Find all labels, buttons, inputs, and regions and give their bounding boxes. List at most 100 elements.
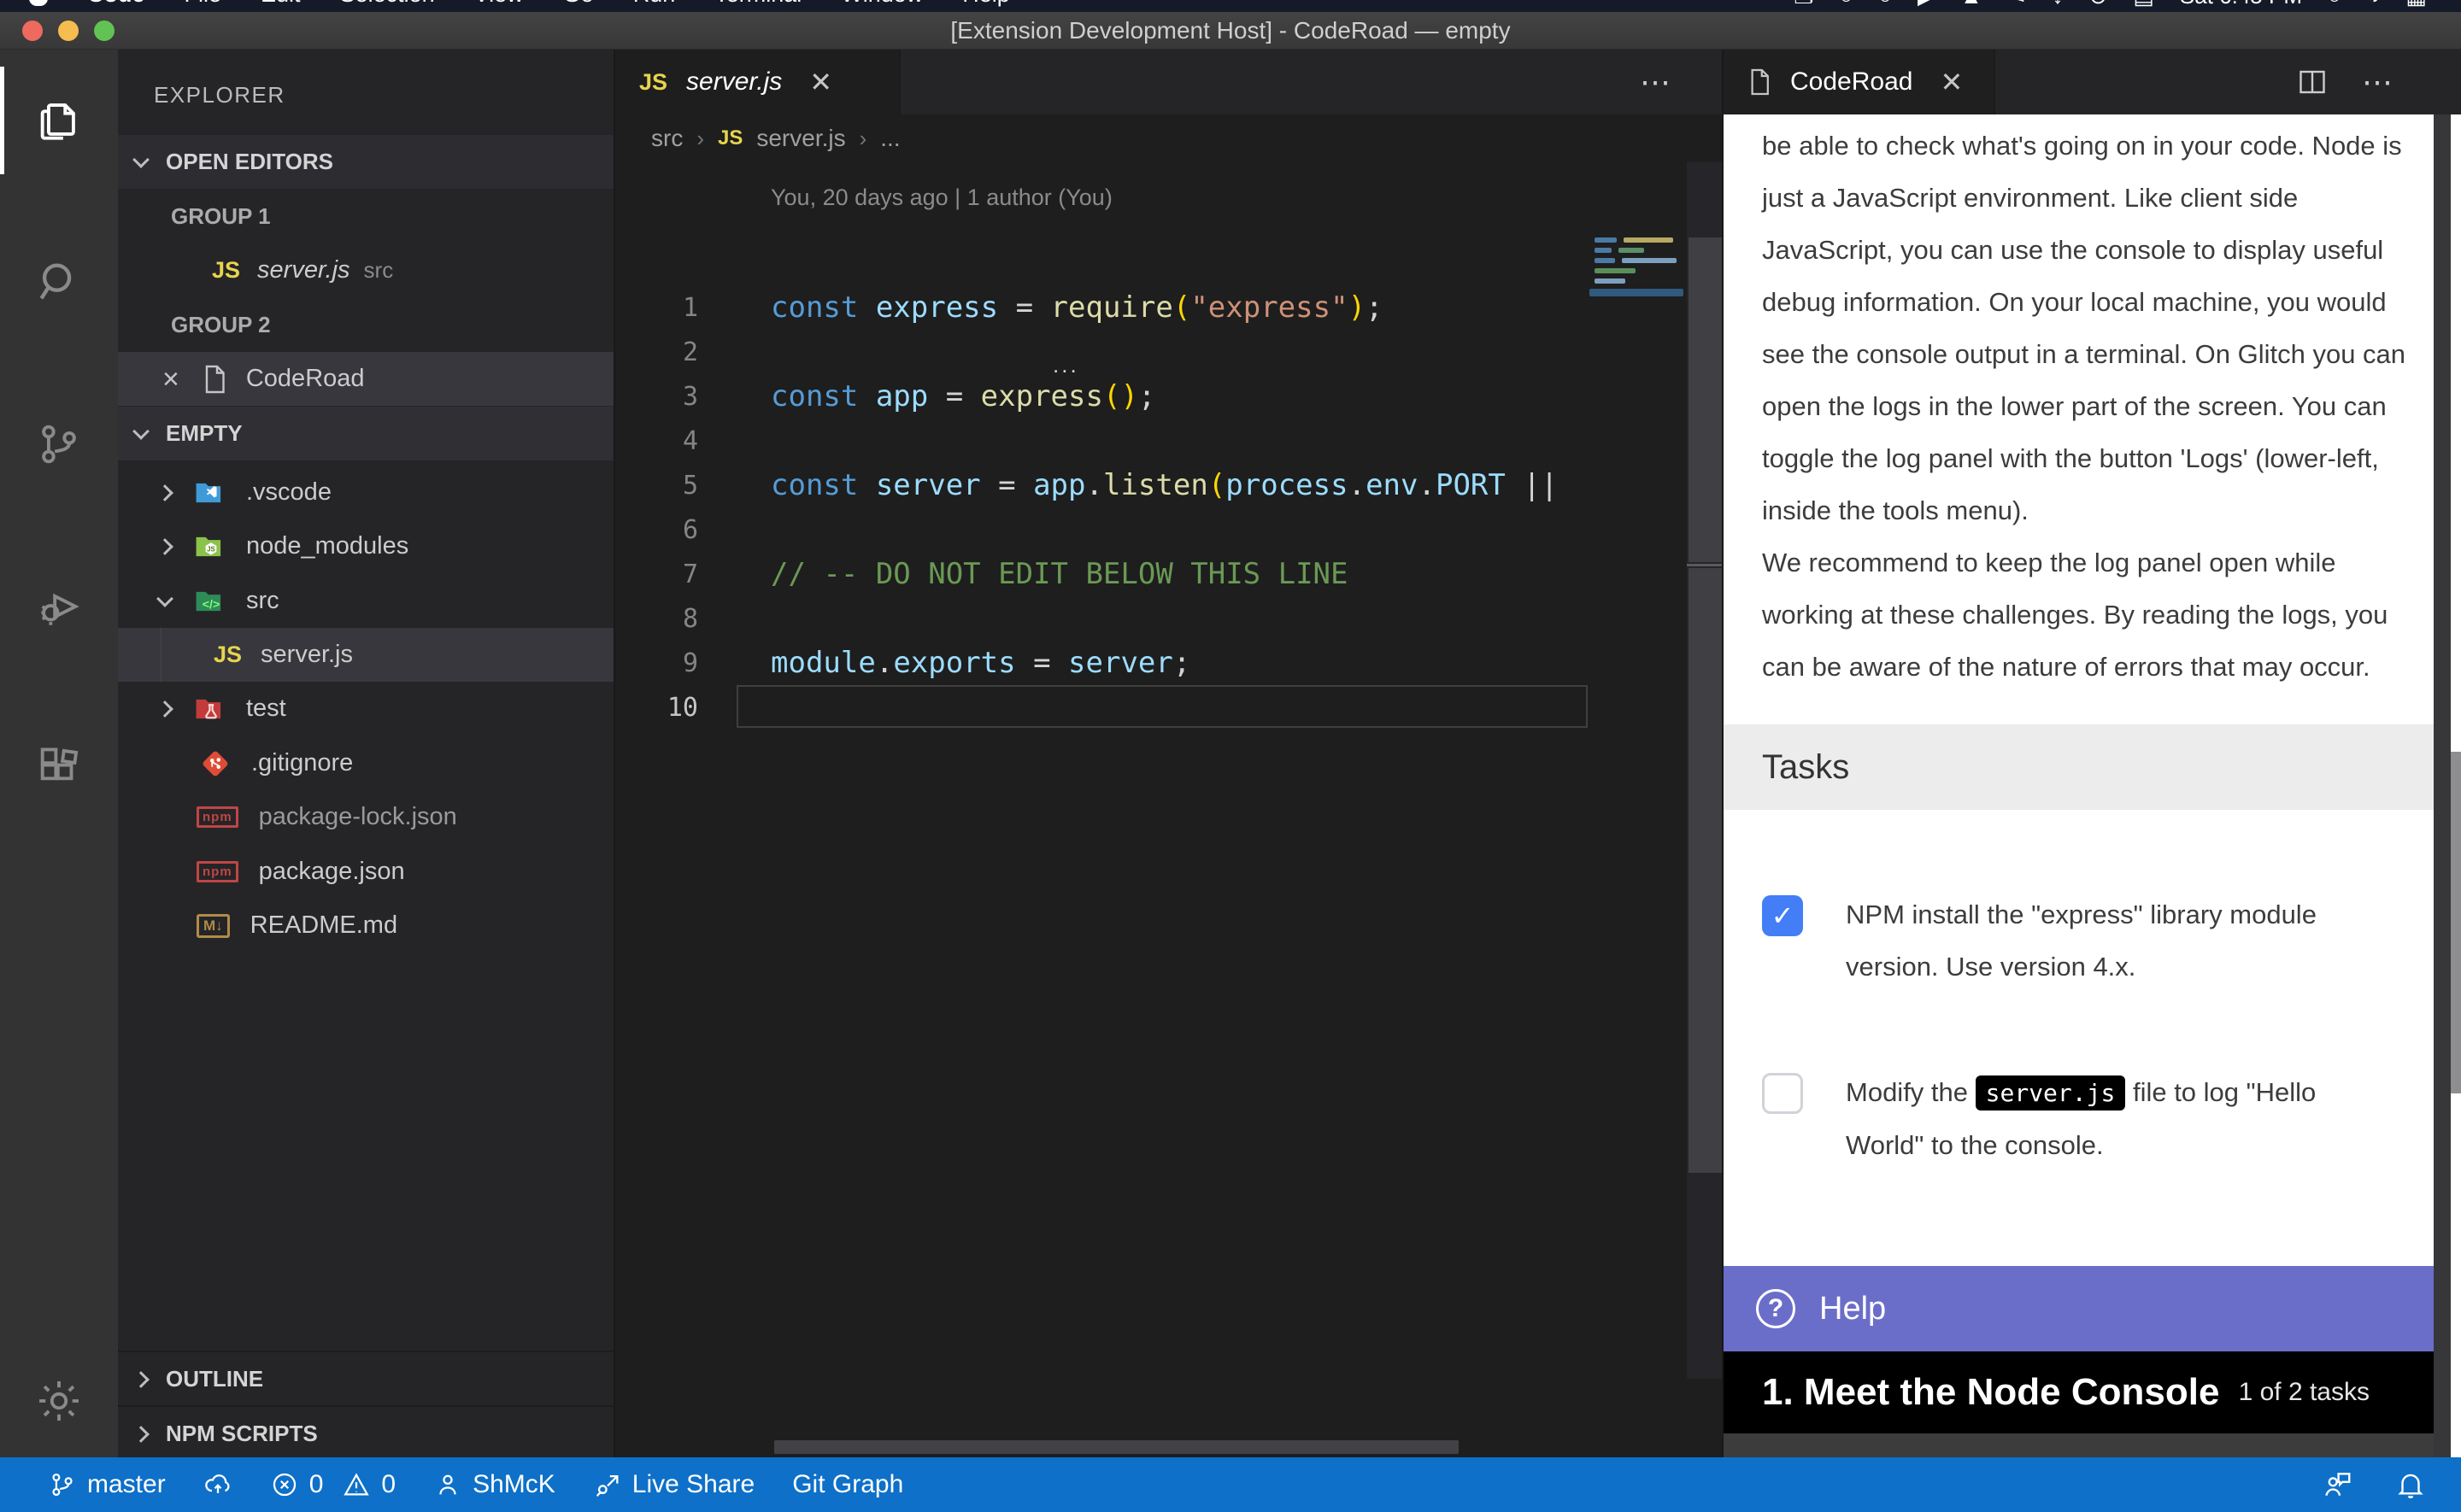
minimap[interactable] [1589, 237, 1687, 408]
open-editor-coderoad[interactable]: × CodeRoad [118, 352, 614, 406]
file-icon [1747, 67, 1771, 97]
menubar-status-icon[interactable]: ✎ [2008, 0, 2027, 9]
code-line: 8 [615, 596, 1589, 641]
feedback-icon[interactable] [2321, 1468, 2353, 1501]
breadcrumb-file[interactable]: server.js [756, 125, 845, 152]
tree-item-src-folder[interactable]: </> src [118, 574, 614, 628]
sync-changes-button[interactable] [203, 1470, 232, 1499]
lesson-title-bar[interactable]: 1. Meet the Node Console 1 of 2 tasks [1724, 1351, 2434, 1433]
explorer-activity-icon[interactable] [0, 60, 118, 179]
open-editors-header[interactable]: OPEN EDITORS [118, 135, 614, 189]
search-icon [34, 257, 84, 307]
more-actions-icon[interactable]: ⋯ [1640, 64, 1671, 100]
run-debug-activity-icon[interactable] [0, 547, 118, 666]
chevron-right-icon: › [696, 126, 704, 152]
tree-item-label: README.md [250, 911, 397, 940]
chevron-right-icon [132, 1426, 150, 1443]
scrollbar-thumb[interactable] [774, 1440, 1459, 1454]
outline-label: OUTLINE [166, 1366, 263, 1392]
menu-item-run[interactable]: Run [633, 0, 676, 8]
menubar-status-icon[interactable]: ↓ [2053, 0, 2064, 9]
menubar-clock[interactable]: Sat 6:45 PM [2180, 0, 2302, 9]
tab-coderoad[interactable]: CodeRoad ✕ [1724, 50, 1995, 114]
git-branch-icon [48, 1470, 77, 1499]
menu-item-help[interactable]: Help [962, 0, 1010, 8]
breadcrumb-src[interactable]: src [651, 125, 683, 152]
menu-item-go[interactable]: Go [563, 0, 594, 8]
tasks-section-header: Tasks [1724, 724, 2434, 810]
tab-server-js[interactable]: JS server.js ✕ [615, 50, 901, 114]
menubar-status-icon[interactable]: ❐ [1794, 0, 1813, 9]
outline-section-header[interactable]: OUTLINE [118, 1352, 614, 1406]
editor-vertical-scrollbar[interactable] [1687, 162, 1724, 1379]
npm-scripts-section-header[interactable]: NPM SCRIPTS [118, 1407, 614, 1457]
notifications-bell-icon[interactable] [2394, 1468, 2427, 1501]
source-control-activity-icon[interactable] [0, 384, 118, 504]
extensions-activity-icon[interactable] [0, 707, 118, 827]
code-editor[interactable]: You, 20 days ago | 1 author (You) 1const… [615, 162, 1722, 1457]
folder-section-header-empty[interactable]: EMPTY [118, 407, 614, 460]
git-graph-label: Git Graph [792, 1470, 903, 1499]
settings-gear-icon[interactable] [0, 1341, 118, 1461]
tree-item-label: .gitignore [251, 749, 353, 777]
webview-scrollbar-thumb[interactable] [2451, 752, 2461, 1093]
git-graph-button[interactable]: Git Graph [792, 1470, 903, 1499]
menubar-status-icon[interactable]: ○ [1840, 0, 1853, 9]
codelens-annotation[interactable]: You, 20 days ago | 1 author (You) [771, 185, 1113, 211]
node-modules-folder-icon: JS [195, 532, 227, 561]
task-checkbox-checked[interactable]: ✓ [1762, 895, 1803, 936]
breadcrumb-symbol[interactable]: ... [880, 125, 900, 152]
menubar-status-icon[interactable]: ○ [1878, 0, 1892, 9]
menu-item-file[interactable]: File [185, 0, 222, 8]
menu-item-terminal[interactable]: Terminal [714, 0, 802, 8]
menubar-battery-icon[interactable]: ▤ [2133, 0, 2154, 9]
inline-code-chip: server.js [1976, 1075, 2126, 1111]
webview-scrollbar-track[interactable] [2434, 114, 2451, 1457]
menu-item-code[interactable]: Code [87, 0, 145, 8]
tree-item-package-json[interactable]: npm package.json [118, 845, 614, 899]
error-count: 0 [309, 1470, 324, 1499]
code-line: 6 [615, 507, 1589, 552]
menu-item-edit[interactable]: Edit [261, 0, 301, 8]
siri-icon[interactable]: ◑ [2367, 0, 2381, 9]
editor-horizontal-scrollbar[interactable] [615, 1440, 1687, 1456]
task-checkbox-unchecked[interactable] [1762, 1073, 1803, 1114]
tree-item-server-js[interactable]: JS server.js [118, 628, 614, 682]
split-editor-icon[interactable] [2297, 67, 2328, 97]
more-actions-icon[interactable]: ⋯ [2362, 64, 2393, 100]
menu-item-view[interactable]: View [474, 0, 524, 8]
close-icon[interactable]: ✕ [1940, 66, 1963, 98]
spotlight-icon[interactable]: ○ [2328, 0, 2341, 9]
git-branch-status[interactable]: master [48, 1470, 166, 1499]
close-icon[interactable]: × [162, 366, 179, 392]
menu-item-window[interactable]: Window [841, 0, 923, 8]
tree-item-package-lock-json[interactable]: npm package-lock.json [118, 790, 614, 844]
scrollbar-thumb[interactable] [1689, 568, 1722, 1173]
tree-item-node-modules-folder[interactable]: JS node_modules [118, 519, 614, 573]
activity-bar [0, 50, 118, 1457]
apple-menu-icon[interactable] [29, 0, 48, 6]
live-share-button[interactable]: Live Share [593, 1470, 755, 1499]
open-editor-server-js[interactable]: JS server.js src [118, 243, 614, 297]
chevron-right-icon [156, 484, 173, 501]
menubar-status-icon[interactable]: ▶ [1918, 0, 1935, 9]
code-line: 10 [615, 685, 1589, 730]
help-accordion[interactable]: ? Help [1724, 1266, 2434, 1351]
tree-item-readme-md[interactable]: M↓ README.md [118, 899, 614, 952]
menubar-status-icon[interactable]: ▲ [1960, 0, 1982, 9]
control-center-icon[interactable]: ▦ [2405, 0, 2427, 9]
tree-item-test-folder[interactable]: test [118, 682, 614, 735]
menu-item-selection[interactable]: Selection [340, 0, 435, 8]
tree-item-vscode-folder[interactable]: .vscode [118, 466, 614, 519]
problems-status[interactable]: 0 0 [270, 1470, 396, 1499]
close-icon[interactable]: ✕ [809, 66, 832, 98]
npm-icon: npm [197, 806, 238, 828]
files-icon [34, 95, 84, 144]
scrollbar-thumb[interactable] [1689, 237, 1722, 562]
account-status[interactable]: ShMcK [433, 1470, 555, 1499]
menubar-status-icon[interactable]: ⊖ [2089, 0, 2108, 9]
tree-item-gitignore[interactable]: .gitignore [118, 736, 614, 790]
src-folder-icon: </> [195, 587, 227, 616]
tree-item-label: package.json [259, 858, 405, 886]
search-activity-icon[interactable] [0, 222, 118, 342]
